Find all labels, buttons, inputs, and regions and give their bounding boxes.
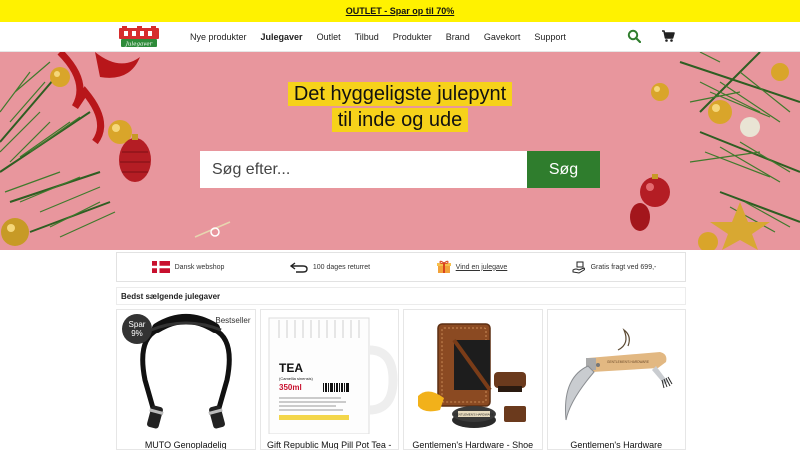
- hand-delivery-icon: [572, 261, 585, 274]
- usp-win-gift[interactable]: Vind en julegave: [401, 260, 543, 274]
- hero-banner: Det hyggeligste julepynt til inde og ude…: [0, 52, 800, 250]
- usp-danish-webshop: Dansk webshop: [117, 261, 259, 273]
- nav-brand[interactable]: Brand: [446, 32, 470, 42]
- product-title[interactable]: MUTO Genopladelig: [117, 440, 255, 449]
- nav-nye-produkter[interactable]: Nye produkter: [190, 32, 247, 42]
- product-card[interactable]: GENTLEMEN'S HARDWARE Gentlemen's Hardwar…: [546, 309, 686, 450]
- main-nav: Nye produkter Julegaver Outlet Tilbud Pr…: [190, 22, 566, 52]
- usp-label: Gratis fragt ved 699,-: [590, 263, 657, 271]
- product-image[interactable]: GENTLEMEN'S HARDWARE: [404, 310, 542, 434]
- discount-badge: Spar 9%: [122, 314, 152, 344]
- nav-tilbud[interactable]: Tilbud: [355, 32, 379, 42]
- mug-sub: (Camellia sinensis): [279, 376, 313, 381]
- usp-bar: Dansk webshop 100 dages returret Vind en…: [116, 252, 686, 282]
- outlet-promo-link[interactable]: OUTLET - Spar op til 70%: [346, 6, 455, 16]
- product-card[interactable]: GENTLEMEN'S HARDWARE Gentlemen's Hardwar…: [403, 309, 543, 450]
- usp-free-shipping: Gratis fragt ved 699,-: [543, 260, 685, 274]
- search-input[interactable]: [200, 151, 527, 188]
- site-logo[interactable]: Julegaver: [118, 26, 160, 48]
- search-icon[interactable]: [627, 29, 641, 43]
- danish-flag-icon: [151, 261, 170, 273]
- usp-return: 100 dages returret: [259, 261, 401, 273]
- gift-icon: [436, 260, 451, 273]
- nav-support[interactable]: Support: [534, 32, 566, 42]
- tin-label: GENTLEMEN'S HARDWARE: [454, 413, 493, 417]
- promo-bar: OUTLET - Spar op til 70%: [0, 0, 800, 22]
- nav-julegaver[interactable]: Julegaver: [261, 32, 303, 42]
- product-image[interactable]: TEA (Camellia sinensis) 350ml: [261, 310, 399, 434]
- hero-search: Søg: [200, 151, 600, 188]
- hero-headline-line2: til inde og ude: [331, 108, 469, 132]
- logo-text: Julegaver: [125, 42, 153, 48]
- nav-outlet[interactable]: Outlet: [317, 32, 341, 42]
- nav-produkter[interactable]: Produkter: [393, 32, 432, 42]
- mug-label: TEA: [279, 361, 303, 375]
- knife-label: GENTLEMEN'S HARDWARE: [607, 360, 649, 364]
- product-grid: Spar 9% Bestseller MUTO Genopladelig TEA…: [116, 309, 686, 450]
- product-card[interactable]: Spar 9% Bestseller MUTO Genopladelig: [116, 309, 256, 450]
- bestseller-tag: Bestseller: [215, 316, 251, 325]
- hero-headline: Det hyggeligste julepynt til inde og ude: [0, 82, 800, 132]
- return-arrow-icon: [289, 262, 308, 273]
- mug-volume: 350ml: [279, 383, 302, 392]
- product-title[interactable]: Gift Republic Mug Pill Pot Tea -: [261, 440, 399, 449]
- usp-label: Dansk webshop: [174, 263, 225, 271]
- section-title: Bedst sælgende julegaver: [121, 291, 221, 301]
- cart-icon[interactable]: [661, 29, 675, 43]
- hero-headline-line1: Det hyggeligste julepynt: [287, 82, 513, 106]
- product-title[interactable]: Gentlemen's Hardware: [548, 440, 686, 449]
- usp-label: 100 dages returret: [312, 263, 371, 271]
- product-title[interactable]: Gentlemen's Hardware - Shoe: [404, 440, 542, 449]
- product-image[interactable]: GENTLEMEN'S HARDWARE: [548, 310, 686, 434]
- site-header: Julegaver Nye produkter Julegaver Outlet…: [0, 22, 800, 52]
- bestsellers-heading: Bedst sælgende julegaver: [116, 287, 686, 305]
- usp-label[interactable]: Vind en julegave: [456, 264, 508, 271]
- search-button[interactable]: Søg: [527, 151, 600, 188]
- nav-gavekort[interactable]: Gavekort: [484, 32, 521, 42]
- product-card[interactable]: TEA (Camellia sinensis) 350ml Gift Repub…: [259, 309, 399, 450]
